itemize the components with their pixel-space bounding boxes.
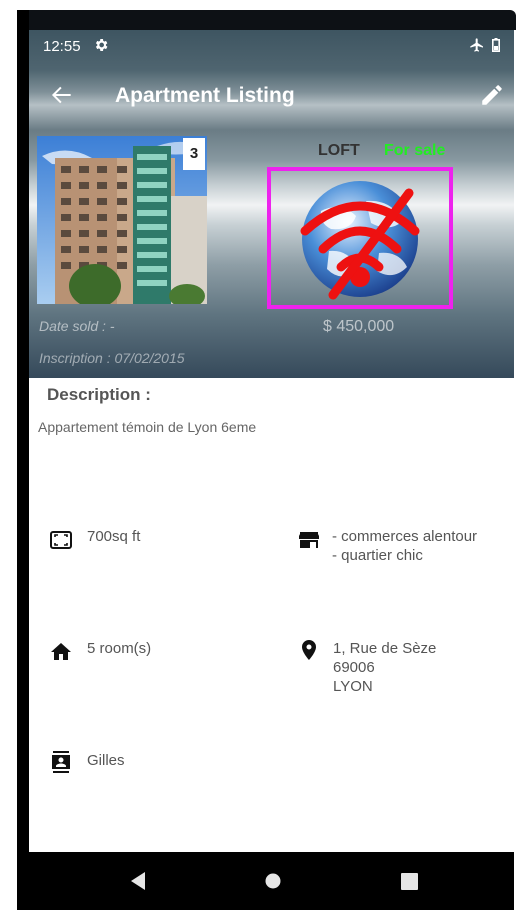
address-line-1: 1, Rue de Sèze — [333, 640, 437, 657]
sale-status: For sale — [384, 142, 446, 159]
building-image — [37, 136, 207, 308]
inscription-date: Inscription : 07/02/2015 — [39, 350, 185, 366]
back-arrow-icon[interactable] — [49, 82, 75, 108]
nearby-line-1: - commerces alentour — [332, 528, 478, 545]
apartment-photo[interactable]: 3 — [37, 136, 207, 308]
photo-count-badge: 3 — [183, 138, 205, 170]
page-title: Apartment Listing — [115, 84, 295, 107]
date-sold: Date sold : - — [39, 318, 115, 334]
phone-screen: 12:55 Apartment Listing 3 LOFT For sale … — [29, 30, 514, 910]
address-line-2: 69006 — [333, 659, 375, 676]
description-heading: Description : — [47, 385, 151, 404]
price: $ 450,000 — [323, 318, 395, 335]
system-navigation-bar — [29, 852, 514, 910]
surface-value: 700sq ft — [87, 528, 141, 545]
no-internet-globe-icon — [300, 181, 420, 300]
nav-home-icon[interactable] — [265, 873, 281, 889]
home-icon — [51, 643, 71, 660]
description-text: Appartement témoin de Lyon 6eme — [38, 419, 257, 435]
agent-name: Gilles — [87, 752, 125, 769]
device-bezel-left — [17, 10, 29, 910]
address-line-3: LYON — [333, 678, 373, 695]
battery-icon — [492, 38, 500, 52]
status-time: 12:55 — [43, 38, 81, 55]
nav-recents-icon[interactable] — [401, 873, 418, 890]
no-connection-placeholder — [267, 167, 453, 309]
property-type: LOFT — [318, 142, 360, 159]
contact-card-icon — [52, 751, 70, 773]
device-bezel-top — [17, 10, 516, 30]
app-bar: Apartment Listing — [29, 68, 514, 124]
status-bar: 12:55 — [29, 30, 514, 64]
rooms-value: 5 room(s) — [87, 640, 152, 657]
edit-pencil-icon[interactable] — [479, 82, 505, 108]
surface-area-icon — [50, 531, 72, 549]
store-icon — [299, 532, 319, 548]
settings-gear-icon — [95, 39, 108, 51]
listing-header: 12:55 Apartment Listing 3 LOFT For sale … — [29, 30, 514, 378]
nearby-line-2: - quartier chic — [332, 547, 423, 564]
nav-back-icon[interactable] — [129, 871, 147, 891]
location-pin-icon — [302, 640, 316, 660]
airplane-mode-icon — [470, 38, 483, 52]
